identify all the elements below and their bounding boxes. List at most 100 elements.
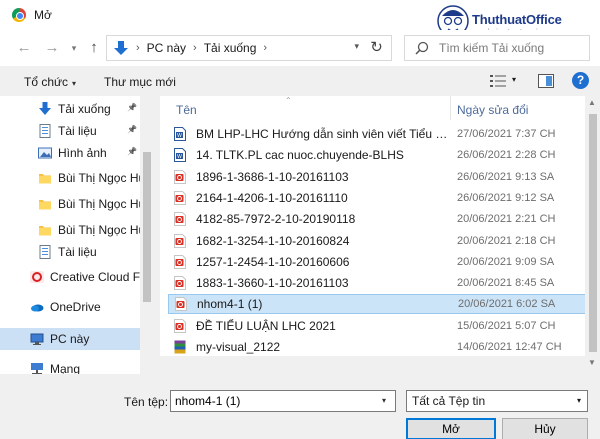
recent-locations-chevron-icon[interactable]: ▾ (64, 38, 84, 58)
download-arrow-icon (114, 41, 128, 55)
view-options-icon[interactable] (490, 74, 506, 88)
sidebar-scrollbar[interactable] (140, 96, 154, 374)
column-divider[interactable] (450, 96, 451, 120)
address-bar[interactable]: › PC này › Tải xuống › ▾ (106, 35, 366, 61)
breadcrumb-pc[interactable]: PC này (147, 41, 186, 55)
horizontal-scrollbar[interactable] (154, 358, 585, 374)
search-input[interactable] (439, 41, 579, 55)
sidebar-item[interactable]: Tài liệu 📌 (0, 120, 140, 142)
navigation-pane: Tải xuống 📌 Tài liệu 📌 Hình ảnh 📌 Bùi Thị Ngọc… (0, 96, 140, 374)
sidebar-scroll-thumb[interactable] (143, 152, 151, 302)
sidebar-item-label: PC này (50, 332, 90, 346)
search-icon (415, 41, 429, 55)
sidebar-item-label: Bùi Thị Ngọc Huyền (58, 223, 140, 237)
file-row[interactable]: my-visual_2122 14/06/2021 12:47 CH (168, 337, 585, 356)
folder-icon (38, 171, 52, 185)
sidebar-item-label: Tài liệu (58, 124, 97, 138)
filetype-select[interactable]: Tất cả Tệp tin ▾ (406, 390, 588, 412)
file-name: my-visual_2122 (196, 340, 281, 354)
pdf-file-icon (174, 318, 186, 333)
watermark-brand: ThuthuatOffice (472, 12, 562, 27)
search-box[interactable] (404, 35, 590, 61)
file-list-scroll-thumb[interactable] (589, 114, 597, 352)
file-row[interactable]: 4182-85-7972-2-10-20190118 20/06/2021 2:2… (168, 209, 585, 229)
open-button[interactable]: Mở (406, 418, 496, 439)
sidebar-item[interactable]: OneDrive (0, 296, 140, 318)
sidebar-item-label: Creative Cloud Files (50, 270, 140, 284)
file-list-scrollbar[interactable]: ▲ ▼ (585, 96, 600, 374)
sidebar-item[interactable]: Hình ảnh 📌 (0, 142, 140, 164)
file-row[interactable]: 1883-1-3660-1-10-20161103 20/06/2021 8:45… (168, 273, 585, 293)
file-row[interactable]: 1257-1-2454-1-10-20160606 20/06/2021 9:09… (168, 252, 585, 272)
sidebar-item[interactable]: Creative Cloud Files (0, 266, 140, 288)
sidebar-item[interactable]: Tài liệu (0, 241, 140, 263)
new-folder-button[interactable]: Thư mục mới (104, 75, 176, 89)
file-name: BM LHP-LHC Hướng dẫn sinh viên viết Tiểu… (196, 127, 450, 141)
file-row[interactable]: nhom4-1 (1) 20/06/2021 6:02 SA (168, 294, 585, 315)
chevron-down-icon: ▾ (576, 396, 581, 405)
file-name: 1682-1-3254-1-10-20160824 (196, 233, 350, 248)
chevron-right-icon: › (136, 42, 140, 54)
pin-icon: 📌 (127, 103, 137, 112)
sidebar-item[interactable]: Bùi Thị Ngọc Huyền (0, 167, 140, 189)
chevron-down-icon[interactable]: ▾ (512, 75, 516, 84)
chevron-down-icon: ▾ (72, 79, 77, 88)
sidebar-item[interactable]: PC này (0, 328, 140, 350)
file-name: 1896-1-3686-1-10-20161103 (196, 169, 349, 184)
sidebar-item[interactable]: Bùi Thị Ngọc Huyền (0, 193, 140, 215)
file-name: 2164-1-4206-1-10-20161110 (196, 190, 348, 205)
arrow-left-icon[interactable]: ← (14, 38, 34, 58)
filename-label: Tên tệp: (124, 395, 169, 409)
chevron-down-icon[interactable]: ▾ (382, 396, 386, 405)
sidebar-item-label: Bùi Thị Ngọc Huyền (58, 171, 140, 185)
file-row[interactable]: W 14. TLTK.PL cac nuoc.chuyende-BLHS 26/06… (168, 145, 585, 165)
file-row[interactable]: 1896-1-3686-1-10-20161103 26/06/2021 9:13… (168, 167, 585, 187)
folder-icon (38, 197, 52, 211)
download-icon (38, 102, 52, 116)
refresh-button[interactable]: ↻ (362, 35, 392, 61)
arrow-up-icon[interactable]: ↑ (84, 38, 104, 58)
chrome-icon (12, 8, 26, 22)
pin-icon: 📌 (127, 147, 137, 156)
network-icon (30, 362, 44, 374)
pdf-file-icon (174, 190, 186, 205)
arrow-right-icon[interactable]: → (42, 38, 62, 58)
file-row[interactable]: 2164-1-4206-1-10-20161110 26/06/2021 9:12… (168, 188, 585, 208)
chevron-down-icon[interactable]: ▾ (354, 41, 359, 52)
file-row[interactable]: W BM LHP-LHC Hướng dẫn sinh viên viết Tiể… (168, 124, 585, 144)
pin-icon: 📌 (127, 125, 137, 134)
breadcrumb-downloads[interactable]: Tải xuống (204, 41, 257, 55)
help-icon[interactable]: ? (572, 72, 589, 89)
column-header-date[interactable]: Ngày sửa đổi (457, 96, 528, 124)
file-date: 26/06/2021 2:28 CH (457, 149, 556, 162)
file-row[interactable]: ĐỀ TIỂU LUẬN LHC 2021 15/06/2021 5:07 CH (168, 316, 585, 336)
sidebar-item[interactable]: Bùi Thị Ngọc Huyền (0, 219, 140, 241)
file-name: 4182-85-7972-2-10-20190118 (196, 212, 356, 227)
archive-file-icon (174, 340, 186, 354)
preview-pane-icon[interactable] (538, 74, 554, 88)
word-file-icon: W (174, 148, 186, 163)
sidebar-item[interactable]: Mạng (0, 358, 140, 374)
sidebar-item-label: Tài liệu (58, 245, 97, 259)
document-icon (38, 124, 52, 138)
scroll-down-icon[interactable]: ▼ (588, 358, 596, 367)
column-header-name[interactable]: Tên (176, 96, 197, 124)
creative-cloud-icon (30, 270, 44, 284)
file-date: 20/06/2021 8:45 SA (457, 277, 555, 290)
file-list: ⌃ Tên Ngày sửa đổi W BM LHP-LHC Hướng dẫn… (160, 96, 585, 356)
pdf-file-icon (174, 233, 186, 248)
word-file-icon: W (174, 127, 186, 141)
organize-button[interactable]: Tổ chức ▾ (24, 75, 76, 89)
folder-icon (38, 223, 52, 237)
cancel-button[interactable]: Hủy (502, 418, 588, 439)
file-name: 1883-1-3660-1-10-20161103 (196, 276, 349, 291)
image-icon (38, 146, 52, 160)
svg-text:W: W (177, 133, 182, 139)
filename-input[interactable] (170, 390, 396, 412)
computer-icon (30, 332, 44, 346)
sidebar-item[interactable]: Tải xuống 📌 (0, 98, 140, 120)
filetype-value: Tất cả Tệp tin (412, 394, 486, 408)
scroll-up-icon[interactable]: ▲ (588, 98, 596, 107)
document-icon (38, 245, 52, 259)
file-row[interactable]: 1682-1-3254-1-10-20160824 20/06/2021 2:18… (168, 231, 585, 251)
